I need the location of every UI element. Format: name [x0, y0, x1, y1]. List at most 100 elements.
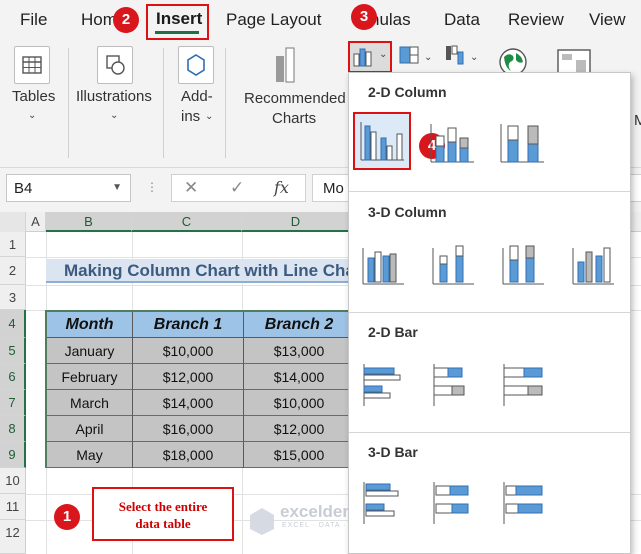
- 3d-100-stacked-column-icon[interactable]: [500, 238, 548, 286]
- watermark-logo-icon: [250, 508, 274, 535]
- recommended-charts-line1[interactable]: Recommended: [244, 90, 346, 107]
- tables-button[interactable]: Tables: [12, 88, 55, 105]
- row-header[interactable]: 8: [0, 416, 26, 442]
- table-cell[interactable]: January: [47, 338, 133, 364]
- table-cell[interactable]: $18,000: [133, 442, 244, 468]
- table-cell[interactable]: $12,000: [244, 416, 355, 442]
- table-cell[interactable]: April: [47, 416, 133, 442]
- recommended-charts-line2[interactable]: Charts: [272, 110, 316, 127]
- addins-button-line1[interactable]: Add-: [181, 88, 213, 105]
- step-badge-2: 2: [113, 7, 139, 33]
- waterfall-chart-icon[interactable]: [444, 42, 470, 70]
- data-table[interactable]: Month Branch 1 Branch 2 January $10,000 …: [45, 310, 355, 468]
- table-cell[interactable]: March: [47, 390, 133, 416]
- chevron-down-icon[interactable]: ⌄: [424, 52, 432, 63]
- partial-ribbon-label: M: [634, 112, 641, 129]
- section-title-3d-bar: 3-D Bar: [368, 444, 418, 460]
- table-cell[interactable]: $10,000: [244, 390, 355, 416]
- 3d-clustered-column-icon[interactable]: [360, 238, 408, 286]
- table-header-row: Month Branch 1 Branch 2: [47, 312, 357, 338]
- 3d-stacked-bar-icon[interactable]: [430, 478, 478, 526]
- tab-insert[interactable]: Insert: [156, 9, 202, 29]
- table-header-cell[interactable]: Month: [47, 312, 133, 338]
- chevron-down-icon[interactable]: ⌄: [28, 110, 36, 121]
- tab-data[interactable]: Data: [444, 10, 480, 30]
- row-header[interactable]: 12: [0, 520, 26, 554]
- row-header[interactable]: 10: [0, 468, 26, 494]
- insert-function-icon[interactable]: fx: [274, 178, 289, 197]
- name-box[interactable]: B4 ▼: [6, 174, 131, 202]
- row-header[interactable]: 4: [0, 310, 26, 338]
- column-header[interactable]: C: [132, 212, 242, 232]
- tab-view[interactable]: View: [589, 10, 626, 30]
- stacked-column-icon[interactable]: [428, 118, 476, 166]
- recommended-charts-icon[interactable]: [272, 44, 304, 86]
- divider: [349, 432, 630, 433]
- table-header-cell[interactable]: Branch 1: [133, 312, 244, 338]
- addins-button-line2[interactable]: ins: [181, 108, 200, 125]
- table-cell[interactable]: February: [47, 364, 133, 390]
- addins-icon[interactable]: [178, 46, 214, 84]
- table-cell[interactable]: $14,000: [133, 390, 244, 416]
- table-cell[interactable]: $12,000: [133, 364, 244, 390]
- watermark-tagline: EXCEL · DATA · BI: [282, 522, 358, 529]
- instruction-note: Select the entire data table: [92, 487, 234, 541]
- tab-insert-underline: [155, 31, 199, 34]
- tab-file[interactable]: File: [20, 10, 47, 30]
- cancel-icon[interactable]: ✕: [184, 178, 198, 198]
- illustrations-icon[interactable]: [97, 46, 133, 84]
- sheet-title[interactable]: Making Column Chart with Line Chart: [46, 259, 356, 283]
- table-row: April $16,000 $12,000: [47, 416, 357, 442]
- table-header-cell[interactable]: Branch 2: [244, 312, 355, 338]
- ribbon-tab-bar: File Hom Insert Page Layout nulas Data R…: [0, 0, 641, 40]
- 3d-clustered-bar-icon[interactable]: [360, 478, 408, 526]
- 3d-100-stacked-bar-icon[interactable]: [500, 478, 548, 526]
- chevron-down-icon[interactable]: ▼: [112, 182, 122, 193]
- table-cell[interactable]: May: [47, 442, 133, 468]
- tab-review[interactable]: Review: [508, 10, 564, 30]
- chevron-down-icon[interactable]: ⌄: [110, 110, 118, 121]
- select-all-corner[interactable]: [0, 212, 26, 232]
- row-header[interactable]: 1: [0, 232, 26, 257]
- table-cell[interactable]: $10,000: [133, 338, 244, 364]
- divider: [349, 191, 630, 192]
- table-cell[interactable]: $16,000: [133, 416, 244, 442]
- row-header[interactable]: 2: [0, 257, 26, 285]
- 3d-column-icon[interactable]: [570, 238, 618, 286]
- clustered-bar-icon[interactable]: [360, 360, 408, 408]
- table-cell[interactable]: $15,000: [244, 442, 355, 468]
- insert-column-chart-button[interactable]: ⌄: [348, 41, 392, 73]
- column-header[interactable]: D: [242, 212, 350, 232]
- chevron-down-icon[interactable]: ⌄: [205, 111, 213, 122]
- table-row: February $12,000 $14,000: [47, 364, 357, 390]
- step-badge-1: 1: [54, 504, 80, 530]
- 100-stacked-column-icon[interactable]: [498, 118, 546, 166]
- 100-stacked-bar-icon[interactable]: [500, 360, 548, 408]
- illustrations-button[interactable]: Illustrations: [76, 88, 152, 105]
- row-header[interactable]: 6: [0, 364, 26, 390]
- table-icon[interactable]: [14, 46, 50, 84]
- instruction-note-line1: Select the entire: [118, 499, 208, 514]
- column-header[interactable]: B: [46, 212, 132, 232]
- ribbon-separator: [163, 48, 164, 158]
- tab-page-layout[interactable]: Page Layout: [226, 10, 321, 30]
- row-header[interactable]: 5: [0, 338, 26, 364]
- tab-home[interactable]: Hom: [81, 10, 117, 30]
- stacked-bar-icon[interactable]: [430, 360, 478, 408]
- ribbon-separator: [68, 48, 69, 158]
- 3d-stacked-column-icon[interactable]: [430, 238, 478, 286]
- clustered-column-icon[interactable]: [358, 116, 406, 164]
- column-header[interactable]: A: [26, 212, 46, 232]
- table-cell[interactable]: $13,000: [244, 338, 355, 364]
- table-cell[interactable]: $14,000: [244, 364, 355, 390]
- row-header[interactable]: 11: [0, 494, 26, 520]
- enter-icon[interactable]: ✓: [230, 178, 244, 198]
- row-header[interactable]: 3: [0, 285, 26, 310]
- table-row: May $18,000 $15,000: [47, 442, 357, 468]
- more-options-icon[interactable]: ⋮: [146, 180, 158, 194]
- chevron-down-icon[interactable]: ⌄: [470, 52, 478, 63]
- row-header[interactable]: 9: [0, 442, 26, 468]
- hierarchy-chart-icon[interactable]: [398, 44, 424, 68]
- row-header[interactable]: 7: [0, 390, 26, 416]
- section-title-2d-bar: 2-D Bar: [368, 324, 418, 340]
